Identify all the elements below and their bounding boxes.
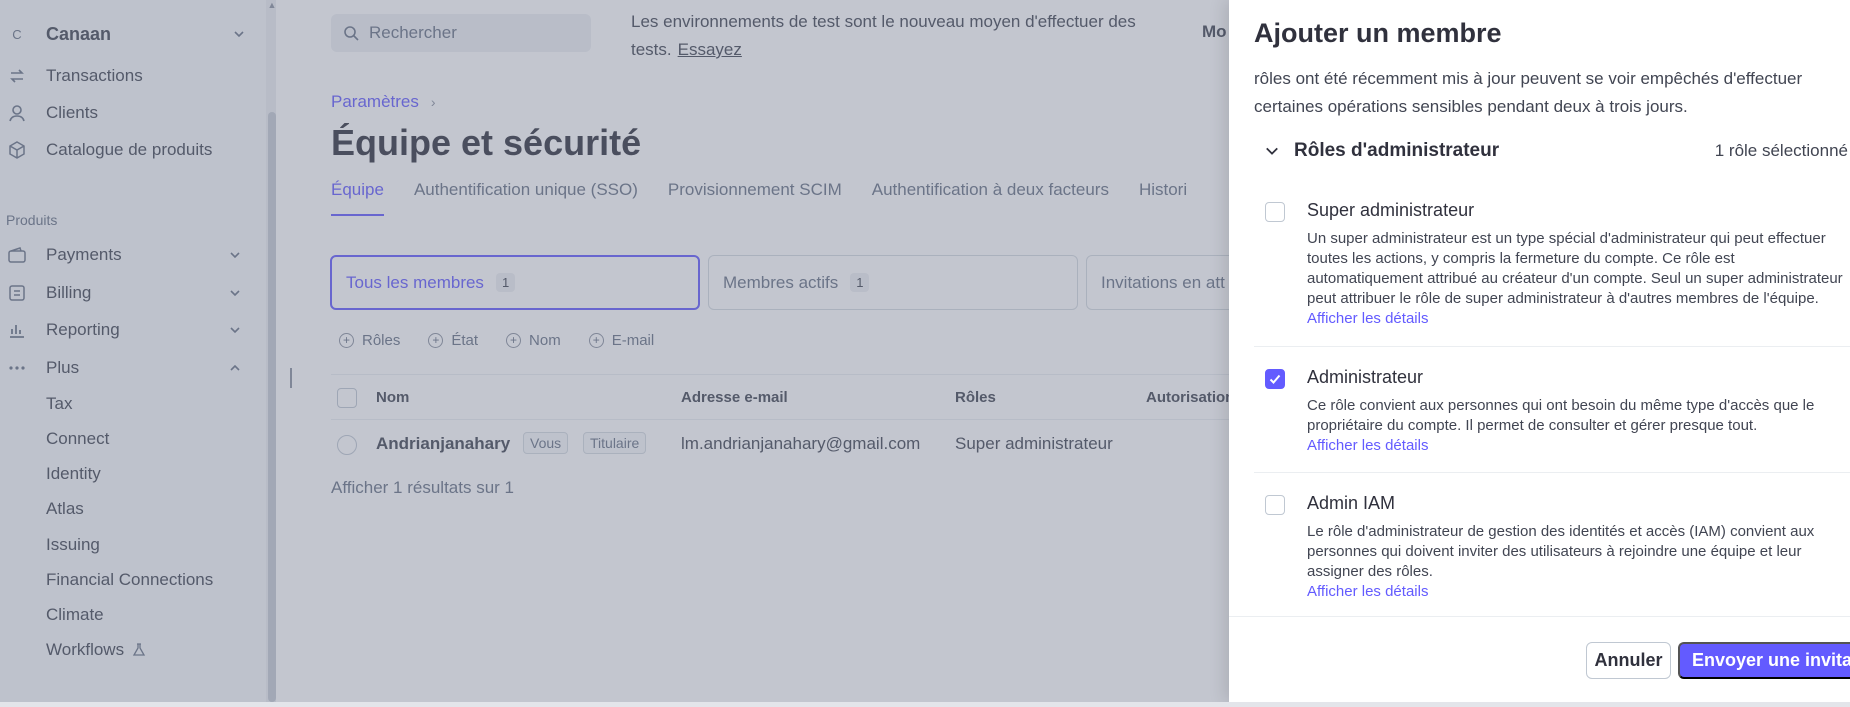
role-checkbox-iam-admin[interactable] xyxy=(1265,495,1285,515)
role-description: Ce rôle convient aux personnes qui ont b… xyxy=(1307,397,1815,434)
panel-intro-text: rôles ont été récemment mis à jour peuve… xyxy=(1254,69,1803,116)
panel-title: Ajouter un membre xyxy=(1254,18,1502,48)
group-title: Rôles d'administrateur xyxy=(1294,140,1500,161)
role-details-link[interactable]: Afficher les détails xyxy=(1307,310,1428,327)
role-option-super-admin: Super administrateur Un super administra… xyxy=(1254,199,1850,339)
panel-footer: Annuler Envoyer une invitatio xyxy=(1229,616,1850,702)
role-description: Le rôle d'administrateur de gestion des … xyxy=(1307,523,1815,580)
window-bottom-edge xyxy=(0,702,1850,707)
checkmark-icon xyxy=(1269,374,1281,384)
divider xyxy=(1254,472,1850,473)
chevron-down-icon xyxy=(1265,144,1279,158)
divider xyxy=(1254,346,1850,347)
role-name: Administrateur xyxy=(1307,367,1424,387)
role-name: Super administrateur xyxy=(1307,200,1475,220)
role-option-iam-admin: Admin IAM Le rôle d'administrateur de ge… xyxy=(1254,492,1850,602)
role-checkbox-admin[interactable] xyxy=(1265,369,1285,389)
role-checkbox-super-admin[interactable] xyxy=(1265,202,1285,222)
send-invitation-button[interactable]: Envoyer une invitatio xyxy=(1678,642,1850,679)
role-description: Un super administrateur est un type spéc… xyxy=(1307,230,1843,307)
admin-roles-group-toggle[interactable]: Rôles d'administrateur 1 rôle sélectionn… xyxy=(1254,136,1850,166)
panel-body: rôles ont été récemment mis à jour peuve… xyxy=(1254,64,1850,620)
role-details-link[interactable]: Afficher les détails xyxy=(1307,583,1428,600)
role-option-admin: Administrateur Ce rôle convient aux pers… xyxy=(1254,366,1850,466)
cancel-button[interactable]: Annuler xyxy=(1586,642,1671,679)
group-selected-count: 1 rôle sélectionné xyxy=(1714,141,1848,160)
add-member-panel: Ajouter un membre rôles ont été récemmen… xyxy=(1229,0,1850,702)
role-name: Admin IAM xyxy=(1307,493,1396,513)
role-details-link[interactable]: Afficher les détails xyxy=(1307,437,1428,454)
